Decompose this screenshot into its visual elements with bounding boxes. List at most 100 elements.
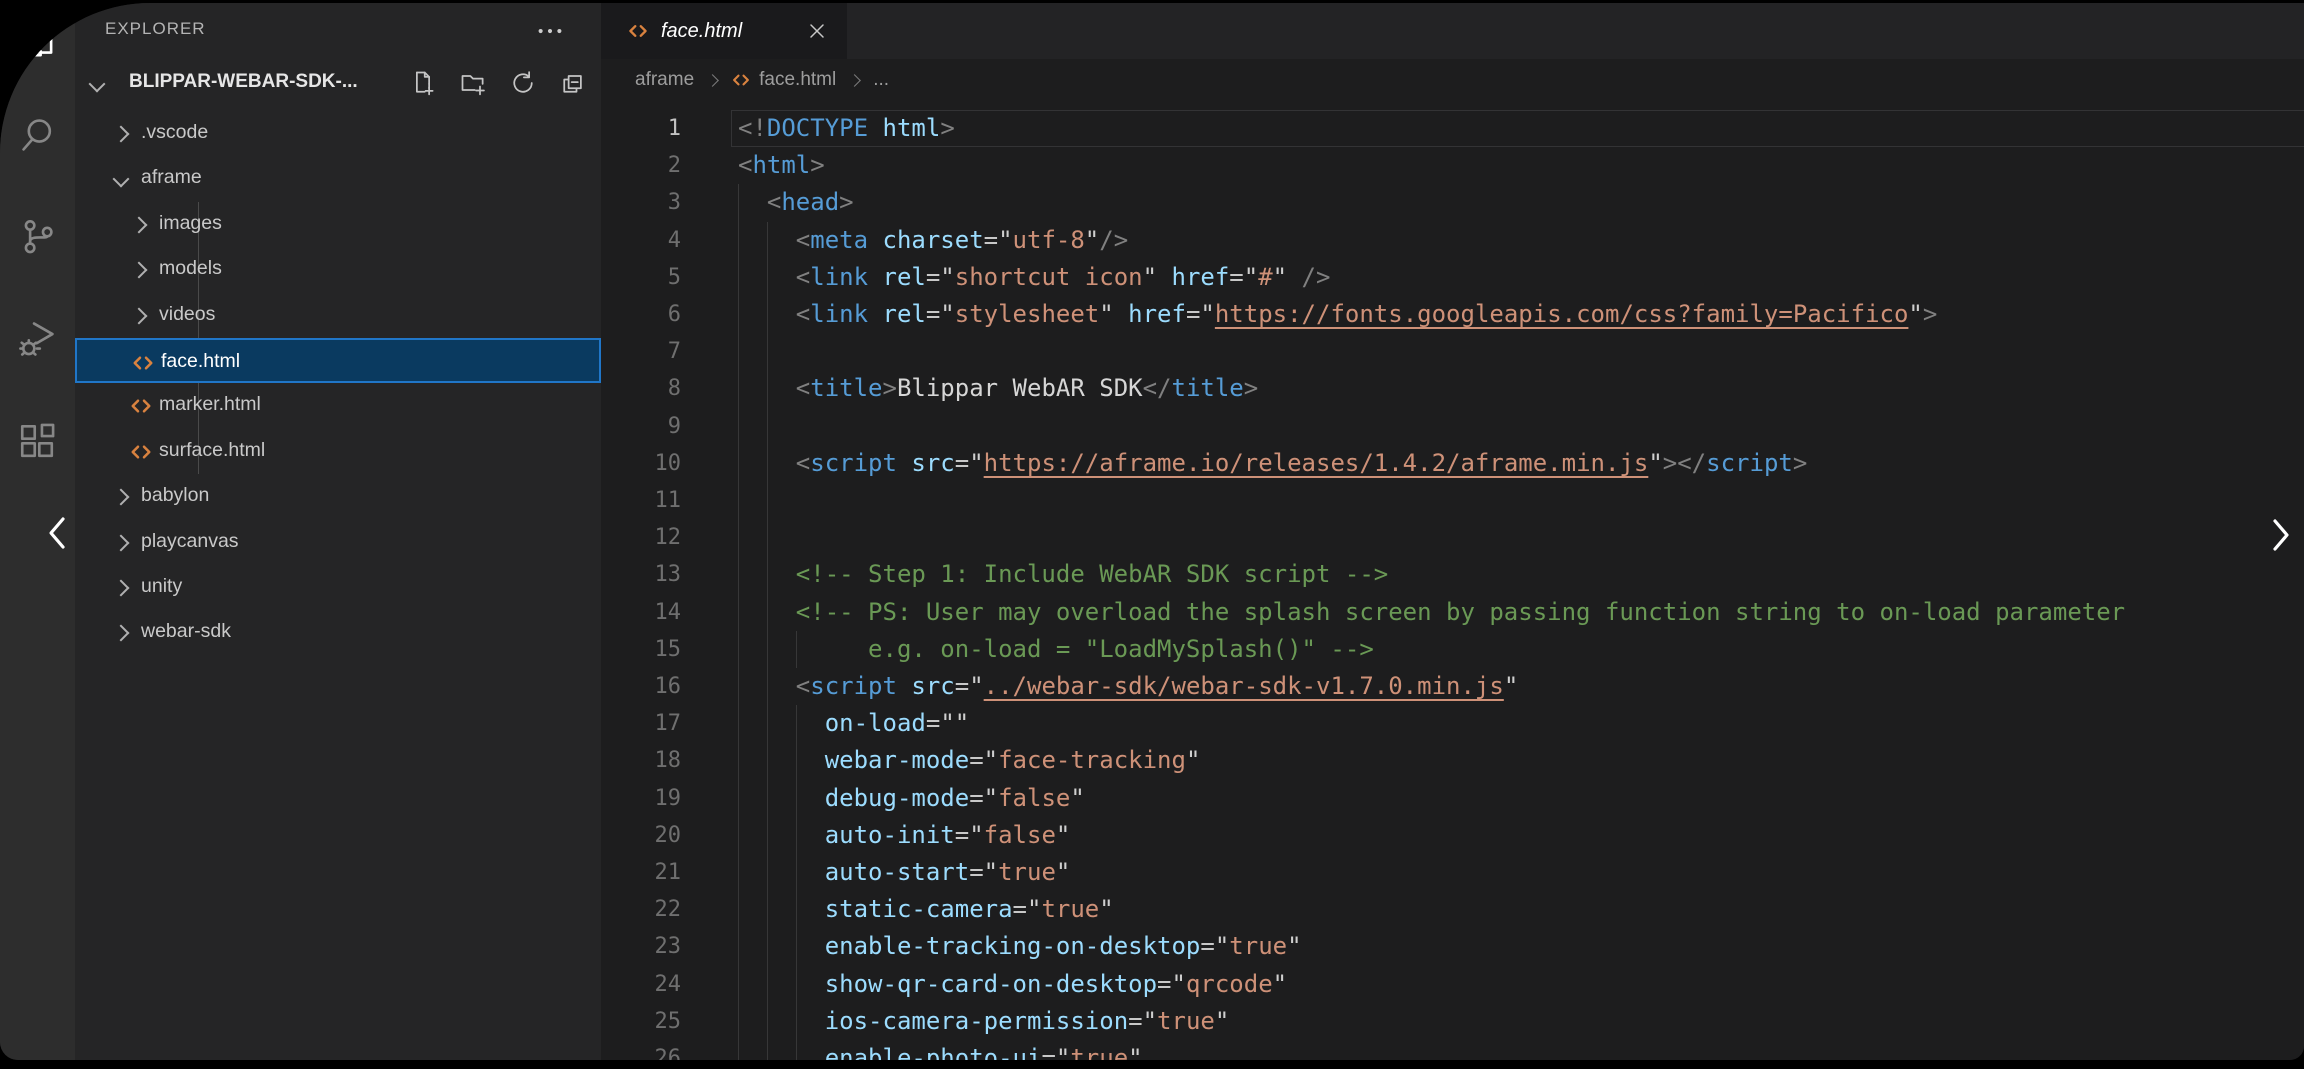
- line-number[interactable]: 18: [601, 742, 681, 779]
- new-file-button[interactable]: [409, 69, 437, 97]
- tree-item-unity[interactable]: unity: [75, 565, 601, 610]
- close-tab-button[interactable]: [805, 19, 829, 43]
- code-line-1[interactable]: 1 <!DOCTYPE html>: [601, 110, 2304, 147]
- explorer-more-actions-button[interactable]: [535, 19, 565, 43]
- tree-item-models[interactable]: models: [75, 247, 601, 292]
- tree-item-playcanvas[interactable]: playcanvas: [75, 520, 601, 565]
- breadcrumb-item-3[interactable]: ...: [873, 69, 889, 91]
- code-line-4[interactable]: 4 <meta charset="utf-8"/>: [601, 222, 2304, 259]
- line-number[interactable]: 3: [601, 184, 681, 221]
- breadcrumb: aframe face.html...: [601, 59, 2304, 101]
- activity-search-button[interactable]: [13, 112, 63, 162]
- tab-face-html[interactable]: face.html: [601, 3, 847, 59]
- tree-item-videos[interactable]: videos: [75, 293, 601, 338]
- code-editor[interactable]: 1 <!DOCTYPE html> 2 <html>3 <head>4 <meta c…: [601, 101, 2304, 1060]
- code-line-9[interactable]: 9: [601, 408, 2304, 445]
- line-number[interactable]: 17: [601, 705, 681, 742]
- code-line-15[interactable]: 15 e.g. on-load = "LoadMySplash()" -->: [601, 631, 2304, 668]
- code-line-content: <!DOCTYPE html>: [738, 110, 2304, 147]
- line-number[interactable]: 11: [601, 482, 681, 519]
- code-line-7[interactable]: 7: [601, 333, 2304, 370]
- code-line-content: <title>Blippar WebAR SDK</title>: [738, 370, 2304, 407]
- code-line-19[interactable]: 19 debug-mode="false": [601, 780, 2304, 817]
- code-line-20[interactable]: 20 auto-init="false": [601, 817, 2304, 854]
- line-number[interactable]: 7: [601, 333, 681, 370]
- line-number[interactable]: 12: [601, 519, 681, 556]
- source-control-icon: [17, 215, 59, 262]
- code-line-12[interactable]: 12: [601, 519, 2304, 556]
- code-line-26[interactable]: 26 enable-photo-ui="true": [601, 1040, 2304, 1060]
- code-line-17[interactable]: 17 on-load="": [601, 705, 2304, 742]
- code-line-content: debug-mode="false": [738, 780, 2304, 817]
- tree-item-webar-sdk[interactable]: webar-sdk: [75, 610, 601, 655]
- line-number[interactable]: 20: [601, 817, 681, 854]
- tab-bar: face.html: [601, 3, 2304, 59]
- code-line-8[interactable]: 8 <title>Blippar WebAR SDK</title>: [601, 370, 2304, 407]
- line-number[interactable]: 6: [601, 296, 681, 333]
- line-number[interactable]: 8: [601, 370, 681, 407]
- breadcrumb-item-1[interactable]: aframe: [635, 69, 694, 91]
- line-number[interactable]: 16: [601, 668, 681, 705]
- carousel-prev-button[interactable]: [42, 511, 72, 555]
- line-number[interactable]: 14: [601, 594, 681, 631]
- tree-item-aframe[interactable]: aframe: [75, 156, 601, 201]
- refresh-button[interactable]: [509, 69, 537, 97]
- code-line-2[interactable]: 2 <html>: [601, 147, 2304, 184]
- code-line-14[interactable]: 14 <!-- PS: User may overload the splash…: [601, 594, 2304, 631]
- carousel-next-button[interactable]: [2266, 513, 2296, 557]
- line-number[interactable]: 2: [601, 147, 681, 184]
- new-folder-button[interactable]: [459, 69, 487, 97]
- breadcrumb-item-2[interactable]: face.html: [731, 69, 836, 91]
- indent-guide: [738, 408, 739, 445]
- line-number[interactable]: 9: [601, 408, 681, 445]
- code-line-24[interactable]: 24 show-qr-card-on-desktop="qrcode": [601, 966, 2304, 1003]
- code-line-16[interactable]: 16 <script src="../webar-sdk/webar-sdk-v…: [601, 668, 2304, 705]
- project-root-row[interactable]: BLIPPAR-WEBAR-SDK-...: [75, 65, 601, 105]
- code-line-23[interactable]: 23 enable-tracking-on-desktop="true": [601, 928, 2304, 965]
- tree-item-face-html[interactable]: face.html: [75, 338, 601, 383]
- code-line-21[interactable]: 21 auto-start="true": [601, 854, 2304, 891]
- code-line-content: <!-- Step 1: Include WebAR SDK script --…: [738, 556, 2304, 593]
- code-line-content: enable-photo-ui="true": [738, 1040, 2304, 1060]
- activity-extensions-button[interactable]: [13, 419, 63, 469]
- code-line-11[interactable]: 11: [601, 482, 2304, 519]
- breadcrumb-label: face.html: [759, 69, 836, 91]
- line-number[interactable]: 22: [601, 891, 681, 928]
- line-number[interactable]: 24: [601, 966, 681, 1003]
- line-number[interactable]: 4: [601, 222, 681, 259]
- line-number[interactable]: 19: [601, 780, 681, 817]
- tab-label: face.html: [661, 20, 742, 43]
- code-line-content: e.g. on-load = "LoadMySplash()" -->: [738, 631, 2304, 668]
- code-line-content: <html>: [738, 147, 2304, 184]
- line-number[interactable]: 10: [601, 445, 681, 482]
- code-line-13[interactable]: 13 <!-- Step 1: Include WebAR SDK script…: [601, 556, 2304, 593]
- explorer-sidebar: EXPLORER BLIPPAR-WEBAR-SDK-... .vscodeaf…: [75, 3, 601, 1060]
- code-line-6[interactable]: 6 <link rel="stylesheet" href="https://f…: [601, 296, 2304, 333]
- line-number[interactable]: 15: [601, 631, 681, 668]
- file-tree: .vscodeaframeimagesmodelsvideosface.html…: [75, 109, 601, 1060]
- line-number[interactable]: 21: [601, 854, 681, 891]
- collapse-all-button[interactable]: [559, 69, 587, 97]
- line-number[interactable]: 5: [601, 259, 681, 296]
- tree-item-surface-html[interactable]: surface.html: [75, 429, 601, 474]
- tree-item-images[interactable]: images: [75, 202, 601, 247]
- line-number[interactable]: 25: [601, 1003, 681, 1040]
- line-number[interactable]: 13: [601, 556, 681, 593]
- tree-item-label: webar-sdk: [141, 620, 231, 643]
- activity-explorer-button[interactable]: [13, 19, 63, 69]
- code-line-10[interactable]: 10 <script src="https://aframe.io/releas…: [601, 445, 2304, 482]
- code-line-25[interactable]: 25 ios-camera-permission="true": [601, 1003, 2304, 1040]
- activity-run-debug-button[interactable]: [13, 315, 63, 365]
- tree-item-babylon[interactable]: babylon: [75, 474, 601, 519]
- tree-item--vscode[interactable]: .vscode: [75, 111, 601, 156]
- tree-item-label: unity: [141, 575, 182, 598]
- code-line-22[interactable]: 22 static-camera="true": [601, 891, 2304, 928]
- activity-source-control-button[interactable]: [13, 213, 63, 263]
- code-line-18[interactable]: 18 webar-mode="face-tracking": [601, 742, 2304, 779]
- line-number[interactable]: 1: [601, 110, 681, 147]
- line-number[interactable]: 26: [601, 1040, 681, 1060]
- code-line-3[interactable]: 3 <head>: [601, 184, 2304, 221]
- tree-item-marker-html[interactable]: marker.html: [75, 383, 601, 428]
- line-number[interactable]: 23: [601, 928, 681, 965]
- code-line-5[interactable]: 5 <link rel="shortcut icon" href="#" />: [601, 259, 2304, 296]
